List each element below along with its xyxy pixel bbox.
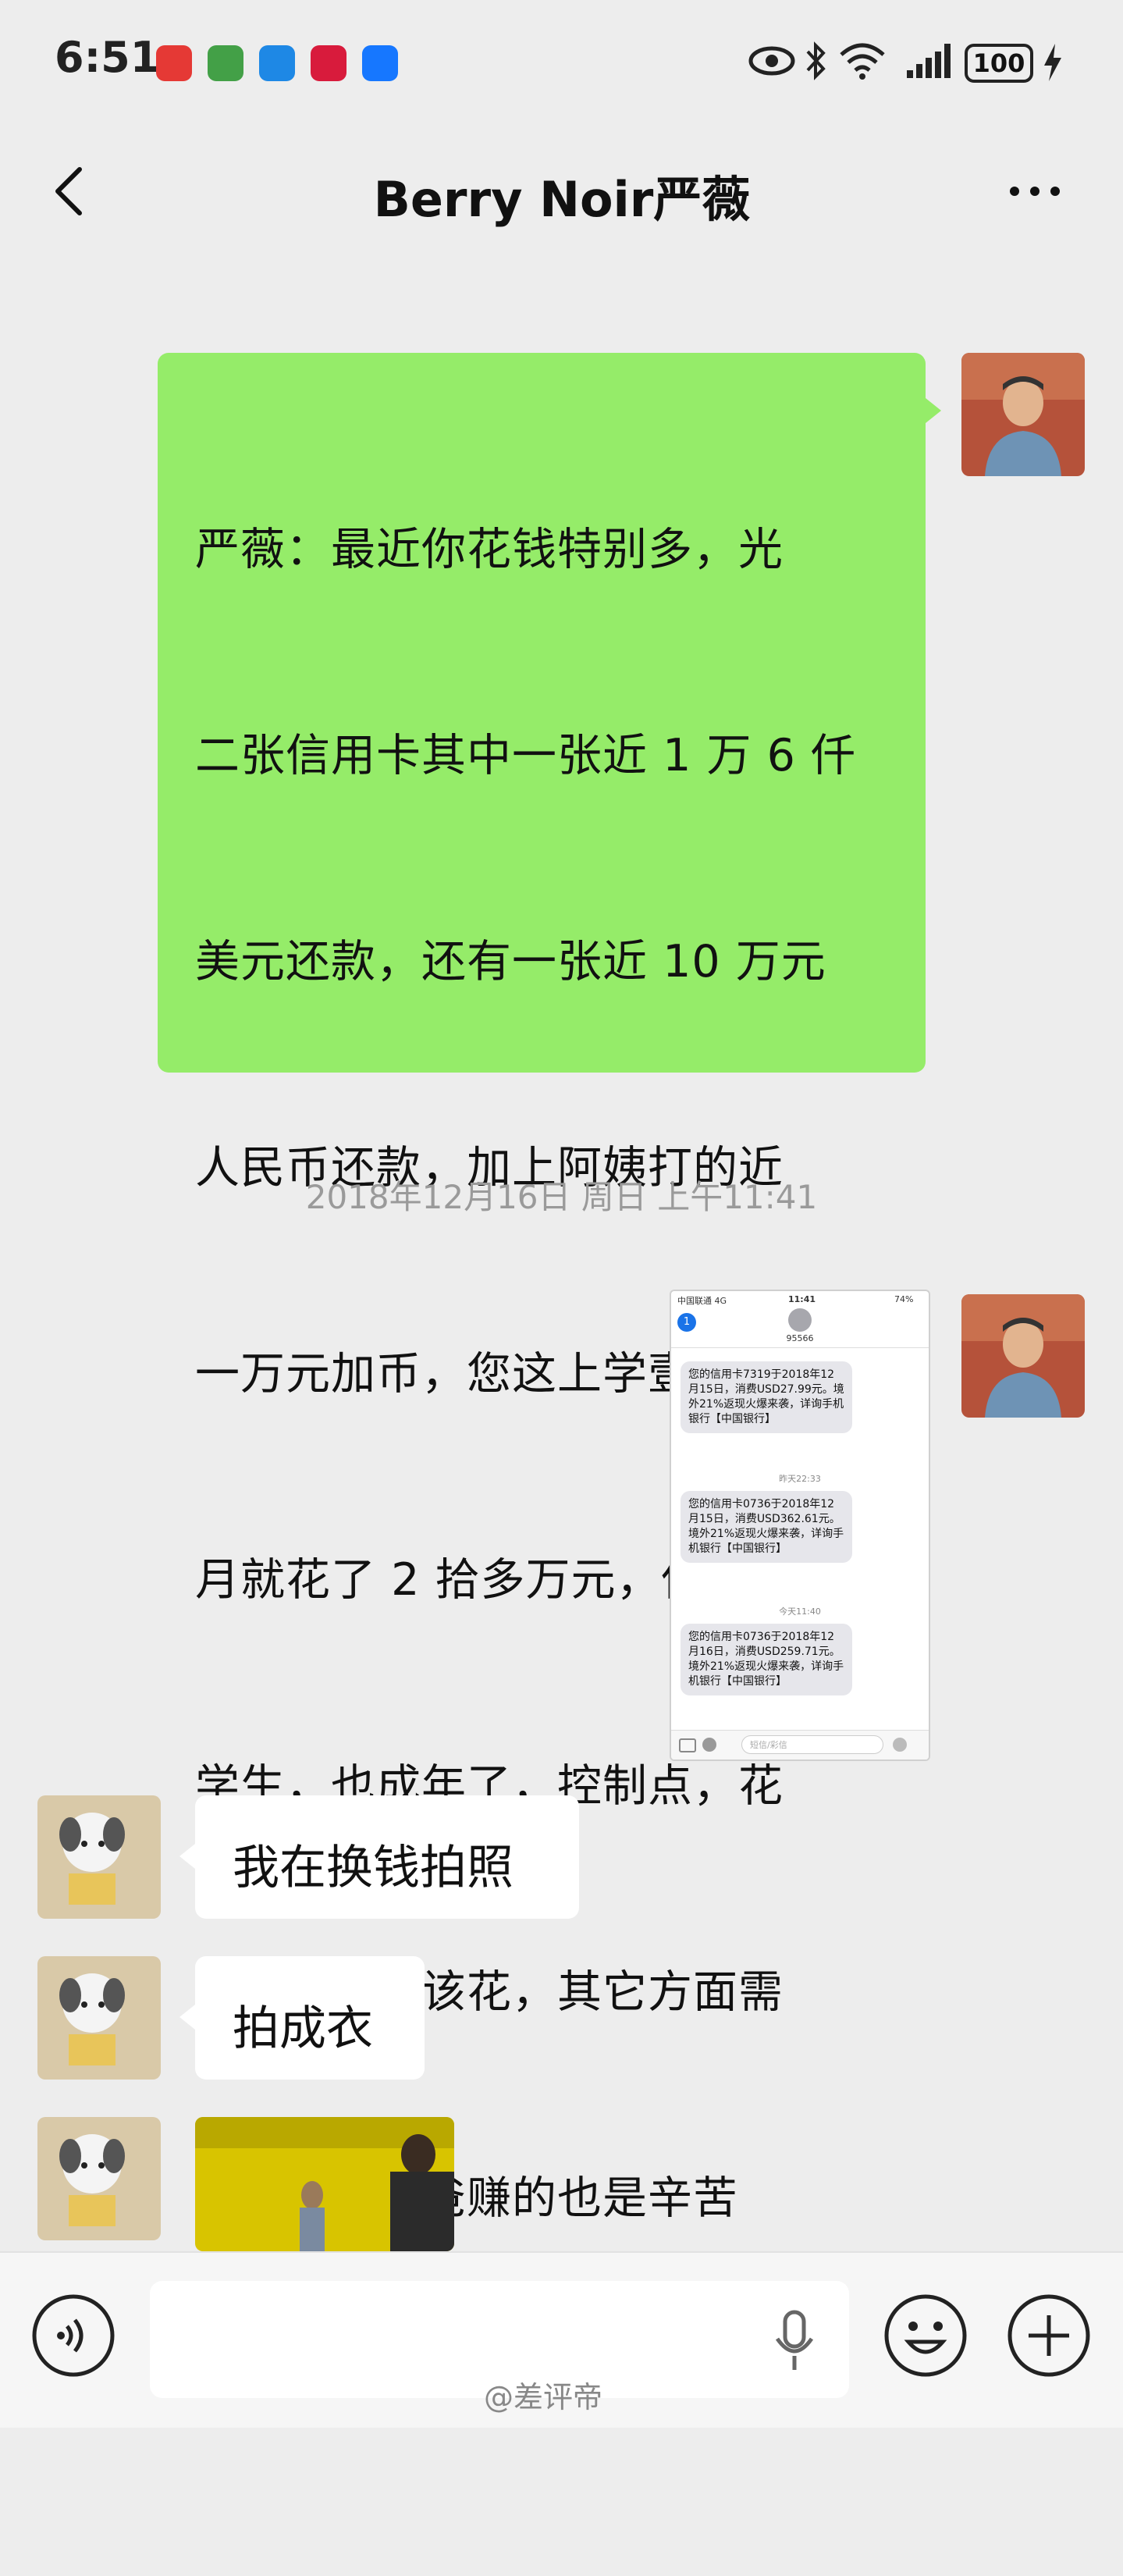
- watermark: @差评帝: [484, 2380, 603, 2414]
- image-message-sms-screenshot[interactable]: 中国联通 4G 11:41 74% 1 95566 您的信用卡7319于2018…: [670, 1290, 930, 1761]
- bubble-tail: [179, 1844, 195, 1869]
- timestamp: 2018年12月16日 周日 上午11:41: [305, 1178, 818, 1216]
- message-bubble-received[interactable]: 拍成衣: [195, 1956, 425, 2080]
- signal-icon: [907, 44, 951, 78]
- status-time: 6:51: [55, 33, 160, 82]
- blue-app-icon: [259, 45, 295, 81]
- eye-icon: [748, 46, 795, 76]
- huawei-app-icon: [156, 45, 192, 81]
- sms-time-label: 今天11:40: [779, 1606, 821, 1617]
- avatar-receiver[interactable]: [37, 2117, 161, 2240]
- green-game-app-icon: [208, 45, 243, 81]
- red-app-icon: [311, 45, 346, 81]
- bubble-tail: [179, 2005, 195, 2030]
- message-text: 我在换钱拍照: [233, 1841, 514, 1895]
- sms-send-icon: [893, 1738, 907, 1752]
- charging-icon: [1044, 44, 1061, 81]
- sms-appstore-icon: [702, 1738, 716, 1752]
- sms-carrier: 中国联通 4G: [677, 1296, 727, 1306]
- sms-sender: 95566: [786, 1333, 814, 1343]
- sms-back-count: 1: [677, 1313, 696, 1332]
- wifi-icon: [840, 43, 885, 80]
- voice-toggle-icon[interactable]: [30, 2292, 117, 2379]
- sms-bubble: 您的信用卡7319于2018年12月15日，消费USD27.99元。境外21%返…: [681, 1361, 852, 1433]
- emoji-icon[interactable]: [882, 2292, 969, 2379]
- more-options-icon[interactable]: [1004, 168, 1066, 215]
- message-bubble-received[interactable]: 我在换钱拍照: [195, 1795, 579, 1919]
- sms-contact-avatar-icon: [788, 1308, 812, 1332]
- bubble-tail: [926, 398, 941, 423]
- message-text: 拍成衣: [233, 2001, 373, 2056]
- sms-time-label: 昨天22:33: [779, 1474, 821, 1484]
- image-message-photo[interactable]: [195, 2117, 454, 2251]
- chat-title: Berry Noir严薇: [373, 171, 751, 228]
- sms-clock: 11:41: [788, 1294, 816, 1304]
- bluetooth-icon: [806, 41, 826, 80]
- alipay-app-icon: [362, 45, 398, 81]
- avatar-receiver[interactable]: [37, 1956, 161, 2080]
- avatar-sender[interactable]: [961, 1294, 1085, 1418]
- sms-battery: 74%: [894, 1294, 914, 1304]
- back-icon[interactable]: [45, 160, 92, 222]
- sms-divider: [671, 1347, 929, 1348]
- sms-input-bar: 短信/彩信: [671, 1730, 929, 1759]
- sms-input: 短信/彩信: [741, 1735, 883, 1754]
- microphone-icon[interactable]: [773, 2309, 816, 2375]
- battery-indicator: 100: [965, 44, 1033, 83]
- avatar-receiver[interactable]: [37, 1795, 161, 1919]
- avatar-sender[interactable]: [961, 353, 1085, 476]
- sms-bubble: 您的信用卡0736于2018年12月15日，消费USD362.61元。境外21%…: [681, 1491, 852, 1563]
- message-bubble-sent[interactable]: 严薇：最近你花钱特别多，光 二张信用卡其中一张近 1 万 6 仟 美元还款，还有…: [158, 353, 926, 2430]
- sms-bubble: 您的信用卡0736于2018年12月16日，消费USD259.71元。境外21%…: [681, 1624, 852, 1695]
- sms-camera-icon: [679, 1738, 696, 1752]
- add-attachment-icon[interactable]: [1005, 2292, 1093, 2379]
